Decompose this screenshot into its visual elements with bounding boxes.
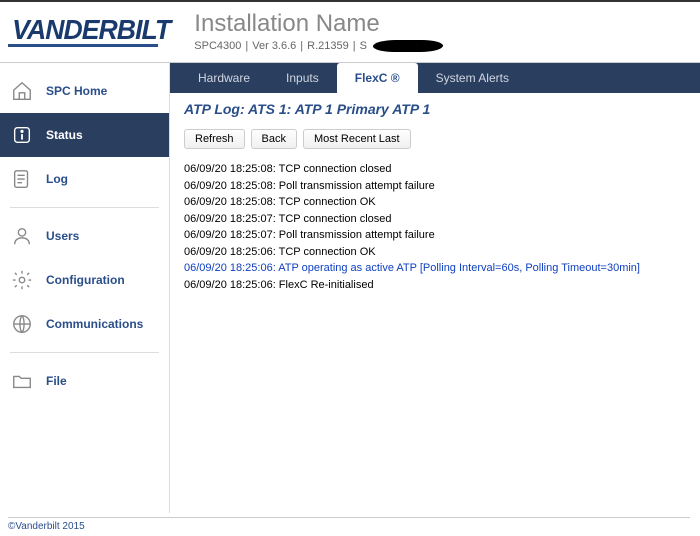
header-main: Installation Name SPC4300 | Ver 3.6.6 | … [194, 10, 688, 52]
content: Hardware Inputs FlexC ® System Alerts AT… [170, 63, 700, 513]
sidebar-item-configuration[interactable]: Configuration [0, 258, 169, 302]
back-button[interactable]: Back [251, 129, 297, 149]
sidebar-item-status[interactable]: Status [0, 113, 169, 157]
sidebar-item-label: Status [46, 128, 83, 142]
device-info: SPC4300 | Ver 3.6.6 | R.21359 | S [194, 40, 688, 52]
sidebar-item-communications[interactable]: Communications [0, 302, 169, 346]
device-version: Ver 3.6.6 [252, 40, 296, 52]
sidebar-divider [10, 352, 159, 353]
folder-icon [10, 369, 34, 393]
sidebar-item-label: Communications [46, 317, 143, 331]
sidebar-item-users[interactable]: Users [0, 214, 169, 258]
refresh-button[interactable]: Refresh [184, 129, 245, 149]
sidebar: SPC Home Status Log Users Configur [0, 63, 170, 513]
device-model: SPC4300 [194, 40, 241, 52]
sidebar-item-file[interactable]: File [0, 359, 169, 403]
log-list: 06/09/20 18:25:08: TCP connection closed… [184, 161, 686, 293]
log-line: 06/09/20 18:25:06: TCP connection OK [184, 244, 686, 261]
home-icon [10, 79, 34, 103]
logo: VANDERBILT [8, 14, 174, 47]
tab-hardware[interactable]: Hardware [180, 63, 268, 93]
log-line: 06/09/20 18:25:06: ATP operating as acti… [184, 260, 686, 277]
sidebar-item-label: Users [46, 229, 79, 243]
installation-name: Installation Name [194, 10, 688, 38]
log-line: 06/09/20 18:25:07: Poll transmission att… [184, 227, 686, 244]
sidebar-item-log[interactable]: Log [0, 157, 169, 201]
header: VANDERBILT Installation Name SPC4300 | V… [0, 2, 700, 63]
sidebar-item-label: SPC Home [46, 84, 107, 98]
redacted-serial [372, 40, 444, 52]
sidebar-item-spc-home[interactable]: SPC Home [0, 69, 169, 113]
globe-icon [10, 312, 34, 336]
sidebar-item-label: Configuration [46, 273, 125, 287]
users-icon [10, 224, 34, 248]
device-serial-prefix: S [360, 40, 367, 52]
log-line: 06/09/20 18:25:06: FlexC Re-initialised [184, 277, 686, 294]
footer-copyright: ©Vanderbilt 2015 [8, 517, 690, 532]
sidebar-item-label: Log [46, 172, 68, 186]
tab-inputs[interactable]: Inputs [268, 63, 337, 93]
tab-flexc[interactable]: FlexC ® [337, 63, 418, 93]
sidebar-item-label: File [46, 374, 67, 388]
device-revision: R.21359 [307, 40, 349, 52]
log-line: 06/09/20 18:25:08: TCP connection OK [184, 194, 686, 211]
info-icon [10, 123, 34, 147]
gear-icon [10, 268, 34, 292]
log-icon [10, 167, 34, 191]
log-line: 06/09/20 18:25:07: TCP connection closed [184, 211, 686, 228]
logo-text: VANDERBILT [12, 14, 170, 46]
sidebar-divider [10, 207, 159, 208]
log-line: 06/09/20 18:25:08: TCP connection closed [184, 161, 686, 178]
tab-bar: Hardware Inputs FlexC ® System Alerts [170, 63, 700, 93]
page-title: ATP Log: ATS 1: ATP 1 Primary ATP 1 [184, 101, 686, 117]
log-line: 06/09/20 18:25:08: Poll transmission att… [184, 178, 686, 195]
tab-system-alerts[interactable]: System Alerts [418, 63, 527, 93]
button-row: Refresh Back Most Recent Last [184, 129, 686, 149]
most-recent-last-button[interactable]: Most Recent Last [303, 129, 411, 149]
